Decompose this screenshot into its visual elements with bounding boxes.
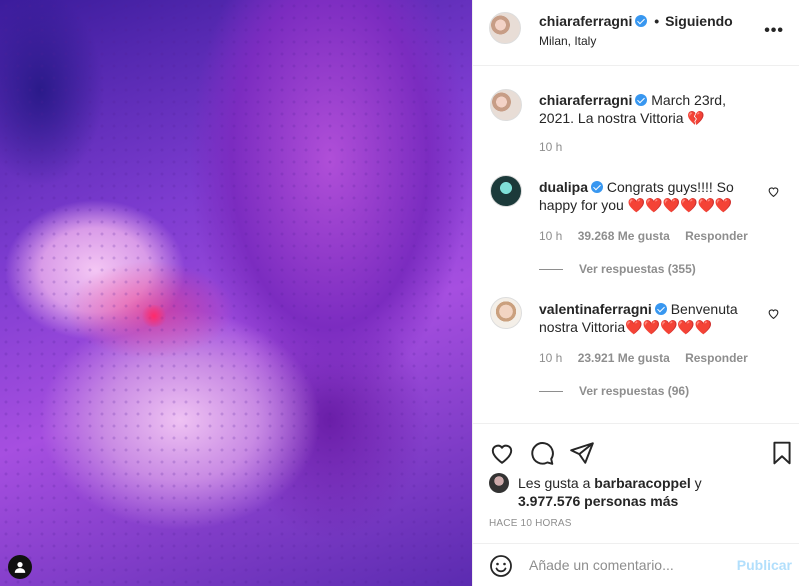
author-line: chiaraferragni • Siguiendo [539,13,733,29]
like-comment-heart-icon[interactable] [767,307,780,320]
liker-avatar[interactable] [489,473,509,493]
liker-username[interactable]: barbaracoppel [594,475,690,491]
comment-text: dualipa Congrats guys!!!! So happy for y… [539,178,764,214]
verified-icon [635,15,648,27]
caption-meta: 10 h [539,140,574,154]
caption-text: chiaraferragni March 23rd, 2021. La nost… [539,91,764,127]
photo-light [140,305,168,327]
comment-time[interactable]: 10 h [539,351,562,365]
more-options-button[interactable]: ••• [764,22,784,40]
caption-time[interactable]: 10 h [539,140,562,154]
comment-likes[interactable]: 23.921 Me gusta [578,351,670,365]
view-replies-button[interactable]: Ver respuestas (96) [539,384,689,398]
comment-likes[interactable]: 39.268 Me gusta [578,229,670,243]
comment-avatar[interactable] [490,175,522,207]
share-icon[interactable] [569,440,595,466]
post-photo[interactable] [0,0,472,586]
heart-icon[interactable] [489,440,515,466]
publish-button[interactable]: Publicar [737,557,792,573]
reply-button[interactable]: Responder [685,351,748,365]
comment-meta: 10 h 39.268 Me gusta Responder [539,229,760,243]
location-link[interactable]: Milan, Italy [539,34,596,48]
comment-input[interactable] [529,553,729,577]
replies-divider [539,391,563,393]
post-actions: Les gusta a barbaracoppel y 3.977.576 pe… [473,423,799,543]
view-replies-button[interactable]: Ver respuestas (355) [539,262,696,276]
likes-count[interactable]: 3.977.576 personas más [518,493,678,509]
replies-divider [539,269,563,271]
likes-middle: y [690,475,702,491]
comment-username[interactable]: dualipa [539,179,588,195]
post-timestamp[interactable]: HACE 10 HORAS [489,518,572,529]
comment-meta: 10 h 23.921 Me gusta Responder [539,351,760,365]
header-separator: • [654,13,660,29]
comment-icon[interactable] [529,440,555,466]
emoji-icon[interactable] [489,554,513,578]
verified-icon [654,303,667,315]
caption-avatar[interactable] [490,89,522,121]
comment-avatar[interactable] [490,297,522,329]
author-avatar[interactable] [489,12,521,44]
view-replies-label: Ver respuestas (96) [579,384,690,398]
user-icon [14,562,26,573]
post-header: chiaraferragni • Siguiendo Milan, Italy … [473,0,799,66]
likes-prefix: Les gusta a [518,475,595,491]
comment-text: valentinaferragni Benvenuta nostra Vitto… [539,300,764,336]
likes-summary: Les gusta a barbaracoppel y 3.977.576 pe… [518,474,758,510]
verified-icon [591,181,604,193]
comment-time[interactable]: 10 h [539,229,562,243]
view-replies-label: Ver respuestas (355) [579,262,696,276]
bookmark-icon[interactable] [769,440,795,466]
verified-icon [635,94,648,106]
comment-username[interactable]: valentinaferragni [539,301,652,317]
tagged-users-button[interactable] [8,555,32,579]
comments-list[interactable]: chiaraferragni March 23rd, 2021. La nost… [473,67,799,423]
post-sidebar: chiaraferragni • Siguiendo Milan, Italy … [472,0,799,586]
post: chiaraferragni • Siguiendo Milan, Italy … [0,0,799,586]
photo-texture [0,0,472,586]
author-username[interactable]: chiaraferragni [539,13,632,29]
like-comment-heart-icon[interactable] [767,185,780,198]
reply-button[interactable]: Responder [685,229,748,243]
add-comment-bar: Publicar [473,543,799,586]
caption-username[interactable]: chiaraferragni [539,92,632,108]
following-button[interactable]: Siguiendo [665,13,733,29]
